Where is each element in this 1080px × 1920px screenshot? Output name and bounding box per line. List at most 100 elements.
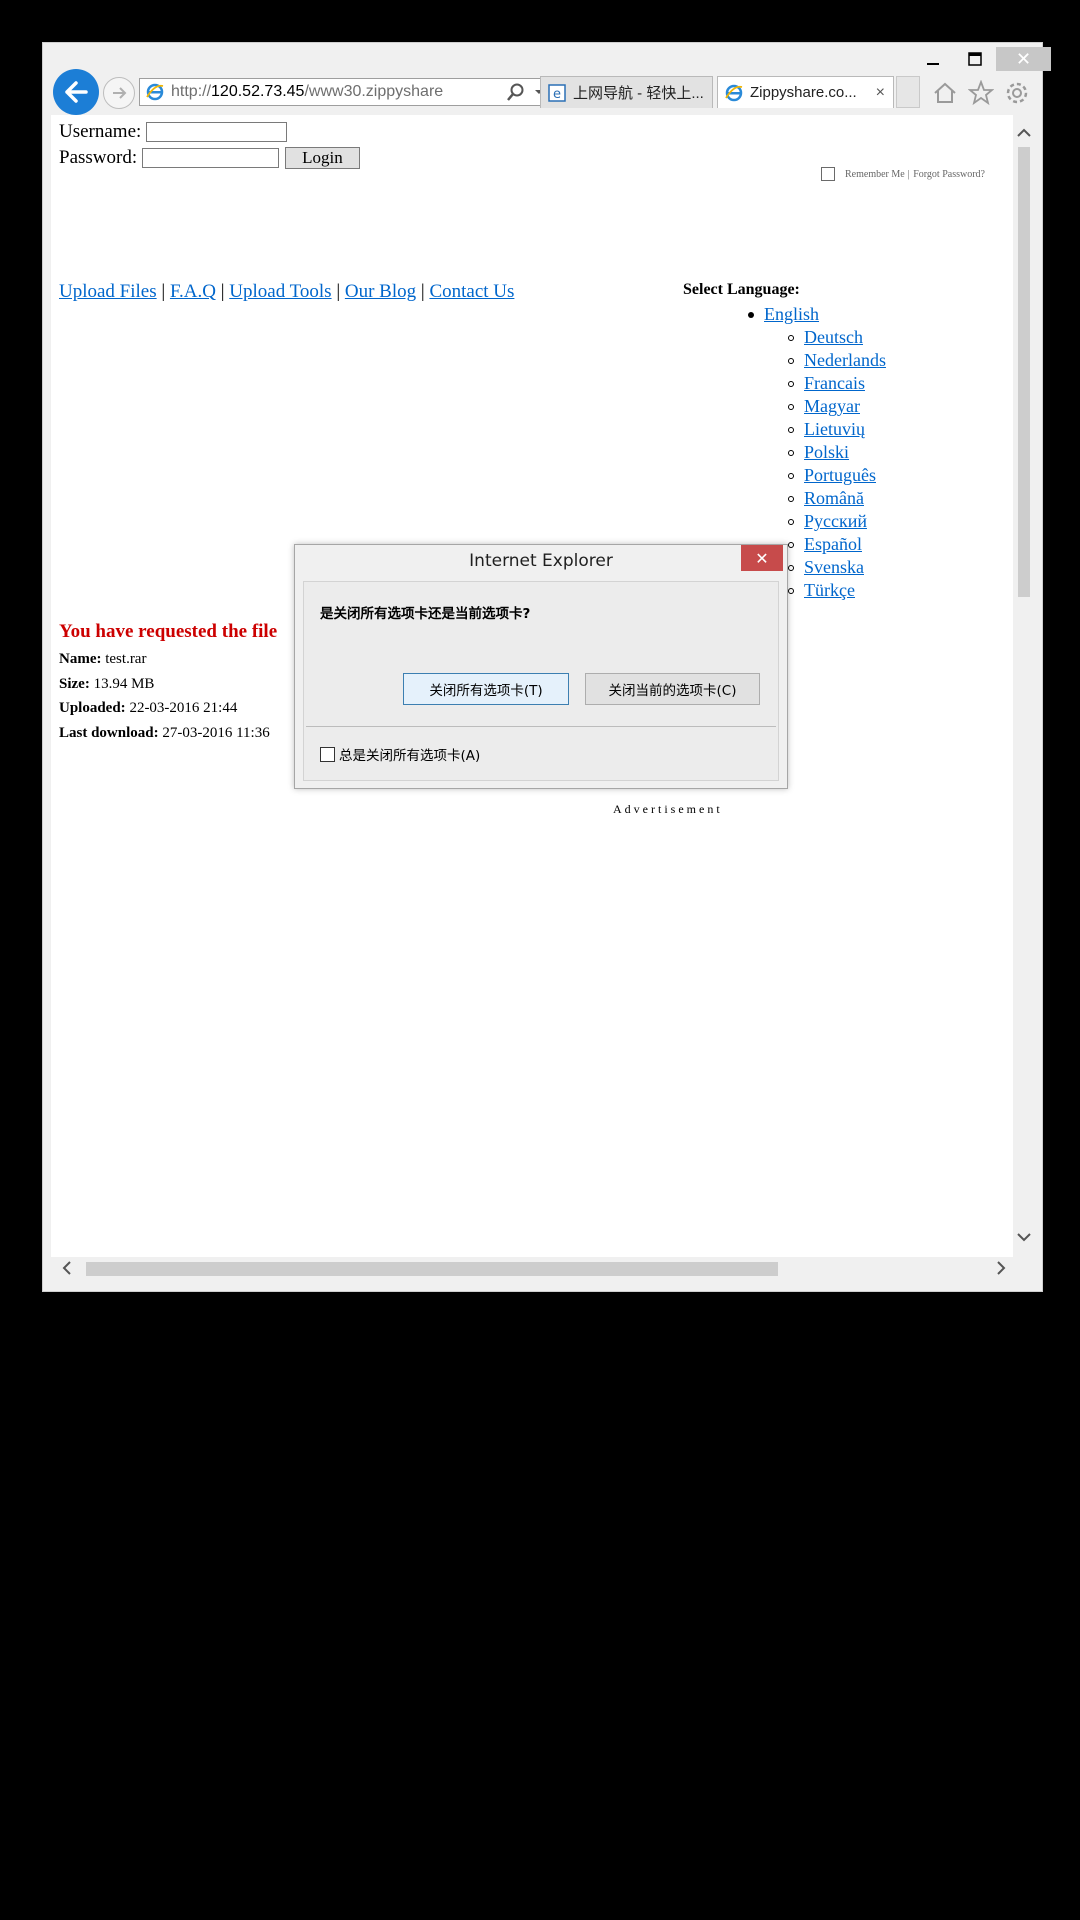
file-uploaded: 22-03-2016 21:44: [129, 700, 238, 716]
advertisement-label: Advertisement: [613, 802, 723, 816]
dialog-close-button[interactable]: ✕: [741, 545, 783, 571]
address-bar[interactable]: http://120.52.73.45/www30.zippyshare: [139, 78, 577, 106]
circle-bullet-icon: [788, 495, 794, 502]
dialog-title: Internet Explorer: [469, 551, 613, 571]
circle-bullet-icon: [788, 380, 794, 387]
page-icon: e: [548, 83, 566, 102]
settings-gear-icon[interactable]: [1004, 80, 1030, 106]
remember-me-row: Remember Me | Forgot Password?: [821, 167, 985, 181]
circle-bullet-icon: [788, 518, 794, 525]
circle-bullet-icon: [788, 587, 794, 594]
language-item[interactable]: Română: [804, 487, 864, 510]
nav-our-blog[interactable]: Our Blog: [345, 281, 416, 302]
circle-bullet-icon: [788, 449, 794, 456]
circle-bullet-icon: [788, 403, 794, 410]
remember-me-label: Remember Me |: [845, 168, 910, 180]
password-label: Password:: [59, 147, 138, 168]
tab-zippyshare[interactable]: Zippyshare.co... ×: [717, 76, 894, 108]
circle-bullet-icon: [788, 472, 794, 479]
svg-text:e: e: [553, 87, 561, 102]
new-tab-button[interactable]: [896, 76, 920, 108]
forgot-password-link[interactable]: Forgot Password?: [913, 169, 985, 180]
window-close-button[interactable]: ✕: [996, 47, 1051, 71]
username-input[interactable]: [146, 122, 288, 142]
horizontal-scrollbar[interactable]: [51, 1257, 1014, 1277]
nav-separator: |: [336, 281, 341, 302]
url-host: 120.52.73.45: [211, 83, 305, 100]
maximize-button[interactable]: [955, 47, 995, 71]
vertical-scroll-thumb[interactable]: [1018, 147, 1030, 597]
file-info: Name: test.rar Size: 13.94 MB Uploaded: …: [59, 647, 270, 745]
circle-bullet-icon: [788, 541, 794, 548]
password-input[interactable]: [142, 148, 280, 168]
scroll-down-icon[interactable]: [1014, 1227, 1034, 1247]
requested-file-heading: You have requested the file: [59, 621, 278, 642]
scroll-left-icon[interactable]: [57, 1258, 77, 1278]
vertical-scrollbar[interactable]: [1013, 115, 1033, 1257]
back-button[interactable]: [53, 69, 99, 115]
minimize-button[interactable]: [913, 47, 953, 71]
nav-upload-tools[interactable]: Upload Tools: [229, 281, 331, 302]
home-icon[interactable]: [932, 80, 958, 106]
nav-faq[interactable]: F.A.Q: [170, 281, 216, 302]
nav-upload-files[interactable]: Upload Files: [59, 281, 157, 302]
file-name: test.rar: [105, 651, 147, 667]
close-tabs-dialog: Internet Explorer ✕ 是关闭所有选项卡还是当前选项卡? 关闭所…: [294, 544, 788, 789]
horizontal-scroll-thumb[interactable]: [86, 1262, 778, 1276]
language-item[interactable]: Magyar: [804, 395, 860, 418]
circle-bullet-icon: [788, 334, 794, 341]
close-current-tab-button[interactable]: 关闭当前的选项卡(C): [585, 673, 760, 705]
language-item[interactable]: Türkçe: [804, 579, 855, 602]
uploaded-label: Uploaded:: [59, 700, 126, 716]
favorites-star-icon[interactable]: [968, 80, 994, 106]
forward-arrow-icon: [113, 87, 127, 99]
language-item[interactable]: Nederlands: [804, 349, 886, 372]
dialog-question: 是关闭所有选项卡还是当前选项卡?: [320, 606, 531, 622]
always-close-all-checkbox[interactable]: [320, 746, 335, 762]
search-icon[interactable]: [506, 82, 526, 102]
tab-navigation[interactable]: e 上网导航 - 轻快上...: [540, 76, 713, 108]
scroll-up-icon[interactable]: [1014, 123, 1034, 143]
language-item[interactable]: Francais: [804, 372, 865, 395]
bullet-icon: [748, 311, 754, 318]
nav-separator: |: [161, 281, 166, 302]
select-language-label: Select Language:: [683, 281, 800, 298]
always-close-all-label: 总是关闭所有选项卡(A): [339, 748, 481, 764]
remember-me-checkbox[interactable]: [821, 167, 835, 181]
file-last-download: 27-03-2016 11:36: [162, 724, 270, 741]
close-icon: ✕: [755, 548, 769, 568]
url-text[interactable]: http://120.52.73.45/www30.zippyshare: [171, 83, 471, 101]
nav-contact-us[interactable]: Contact Us: [429, 281, 514, 302]
back-arrow-icon: [65, 81, 88, 103]
username-label: Username:: [59, 121, 142, 142]
top-nav: Upload Files | F.A.Q | Upload Tools | Ou…: [59, 281, 514, 303]
always-close-all-row[interactable]: 总是关闭所有选项卡(A): [320, 744, 480, 764]
nav-separator: |: [420, 281, 425, 302]
tab-close-icon[interactable]: ×: [876, 84, 885, 102]
language-item[interactable]: Deutsch: [804, 326, 863, 349]
name-label: Name:: [59, 651, 102, 667]
dialog-divider: [306, 726, 776, 727]
dialog-body: 是关闭所有选项卡还是当前选项卡? 关闭所有选项卡(T) 关闭当前的选项卡(C) …: [303, 581, 779, 781]
login-form: Username: Password: Login: [59, 119, 360, 171]
last-download-label: Last download:: [59, 724, 159, 741]
forward-button[interactable]: [103, 77, 135, 109]
size-label: Size:: [59, 675, 90, 692]
ie-logo-icon: [146, 83, 164, 101]
language-item[interactable]: Español: [804, 533, 862, 556]
language-item[interactable]: Polski: [804, 441, 849, 464]
language-item[interactable]: Svenska: [804, 556, 864, 579]
circle-bullet-icon: [788, 357, 794, 364]
close-all-tabs-button[interactable]: 关闭所有选项卡(T): [403, 673, 569, 705]
close-icon: ✕: [1015, 48, 1032, 70]
file-size: 13.94 MB: [93, 675, 155, 692]
language-english[interactable]: English: [764, 303, 819, 326]
tab-label: Zippyshare.co...: [750, 84, 857, 101]
circle-bullet-icon: [788, 564, 794, 571]
scroll-right-icon[interactable]: [991, 1258, 1011, 1278]
language-item[interactable]: Русский: [804, 510, 867, 533]
minimize-icon: [927, 63, 939, 65]
language-item[interactable]: Lietuvių: [804, 418, 865, 441]
login-button[interactable]: Login: [285, 147, 360, 169]
language-item[interactable]: Português: [804, 464, 876, 487]
